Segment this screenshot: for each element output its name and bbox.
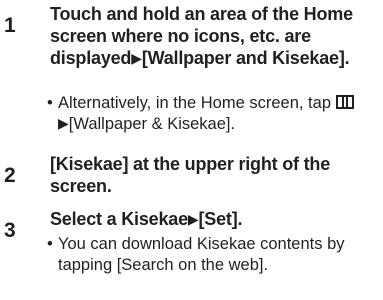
apps-grid-icon — [335, 95, 354, 109]
step-number: 1 — [4, 14, 16, 37]
step-title-text: Select a Kisekae — [50, 209, 188, 229]
step-title: [Kisekae] at the upper right of the scre… — [50, 153, 380, 197]
arrow-right-icon: ▶ — [187, 211, 199, 227]
step-title-menu: [Set]. — [198, 209, 243, 229]
bullet-icon: • — [47, 94, 53, 112]
note-text: You can download Kisekae contents by tap… — [58, 235, 345, 274]
arrow-right-icon: ▶ — [58, 115, 69, 131]
note-menu-text: [Wallpaper & Kisekae]. — [68, 115, 236, 133]
step-title: Select a Kisekae▶[Set]. — [50, 208, 380, 231]
step-title-text: [Kisekae] at the upper right of the scre… — [50, 154, 331, 196]
bullet-icon: • — [47, 235, 53, 253]
step-number: 2 — [4, 164, 16, 187]
step-title: Touch and hold an area of the Home scree… — [50, 3, 380, 70]
step-note: • Alternatively, in the Home screen, tap… — [47, 93, 380, 135]
step-title-menu: [Wallpaper and Kisekae]. — [141, 48, 350, 68]
note-text: Alternatively, in the Home screen, tap — [58, 94, 331, 112]
step-number: 3 — [4, 219, 16, 242]
arrow-right-icon: ▶ — [131, 50, 142, 66]
step-note: • You can download Kisekae contents by t… — [47, 234, 380, 276]
